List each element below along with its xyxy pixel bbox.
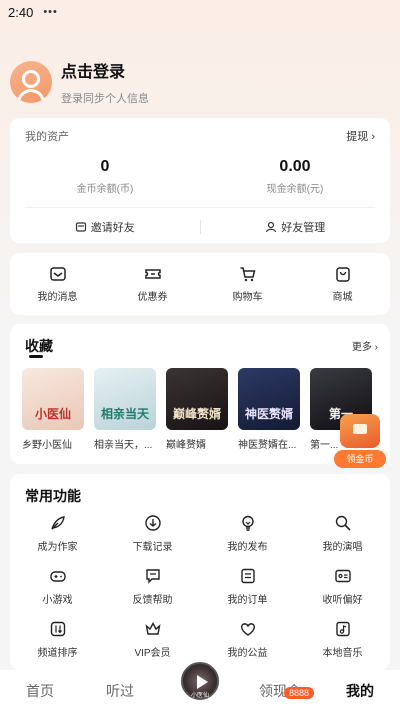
quill-icon [50,516,65,530]
order-icon [240,568,255,584]
friend-manage-button[interactable]: 好友管理 [201,219,391,235]
gamepad-icon [49,571,66,582]
fn-my-orders[interactable]: 我的订单 [200,567,295,606]
coin-value: 0 [100,158,110,175]
book-cover[interactable]: 小医仙 [22,368,84,430]
download-icon [144,515,161,531]
user-icon [266,221,277,233]
claim-coins-label[interactable]: 领金币 [334,450,386,468]
crown-icon [144,622,161,635]
tab-listened[interactable]: 听过 [80,681,160,701]
collection-section: 收藏 更多 › 小医仙 乡野小医仙 相亲当天 相亲当天，... 巅峰赘婿 巅峰赘… [10,324,390,464]
quick-coupons[interactable]: 优惠券 [105,265,200,303]
chevron-right-icon: › [374,342,378,353]
fn-download-history[interactable]: 下载记录 [105,514,200,553]
cash-value: 0.00 [279,158,311,175]
fn-listen-preference[interactable]: 收听偏好 [295,567,390,606]
preference-icon [334,569,351,583]
quick-entries: 我的消息 优惠券 购物车 商城 [10,253,390,315]
status-dots: ••• [43,6,58,18]
common-functions: 常用功能 成为作家 下载记录 我的发布 我的演唱 小游戏 反馈帮助 我的订单 收… [10,474,390,670]
now-playing-disc[interactable]: 小医仙 [181,662,219,700]
chevron-right-icon: › [371,131,375,143]
book-title: 神医赘婿在... [238,440,297,451]
cash-label: 现金余额(元) [266,184,324,195]
collection-title: 收藏 [25,338,53,354]
functions-title: 常用功能 [25,488,81,504]
fn-become-writer[interactable]: 成为作家 [10,514,105,553]
fn-local-music[interactable]: 本地音乐 [295,620,390,659]
charity-icon [240,623,255,636]
assets-card: 我的资产 提现 › 0 金币余额(币) 0.00 现金余额(元) 邀请好友 好友… [10,118,390,243]
disc-caption: 小医仙 [191,693,210,699]
avatar[interactable] [10,61,52,103]
assets-heading: 我的资产 [25,131,69,143]
coin-balance[interactable]: 0 金币余额(币) [10,158,200,195]
withdraw-link[interactable]: 提现 › [346,128,375,144]
book-title: 巅峰赘婿 [166,440,206,451]
fn-feedback-help[interactable]: 反馈帮助 [105,567,200,606]
play-icon [197,675,208,689]
player-disc[interactable]: 小医仙 [160,662,240,711]
fn-my-singing[interactable]: 我的演唱 [295,514,390,553]
login-subtitle: 登录同步个人信息 [61,93,149,105]
book-cover[interactable]: 相亲当天 [94,368,156,430]
cart-icon [240,267,255,282]
fn-my-publish[interactable]: 我的发布 [200,514,295,553]
tab-home[interactable]: 首页 [0,681,80,701]
login-title[interactable]: 点击登录 [61,58,149,82]
music-file-icon [335,621,350,637]
book-item[interactable]: 神医赘婿 神医赘婿在... [238,368,300,451]
coin-label: 金币余额(币) [76,184,134,195]
fn-mini-games[interactable]: 小游戏 [10,567,105,606]
profile-login[interactable]: 点击登录 登录同步个人信息 [10,58,149,106]
search-mic-icon [335,515,351,531]
fn-channel-sort[interactable]: 频道排序 [10,620,105,659]
fn-vip-member[interactable]: VIP会员 [105,620,200,659]
status-time: 2:40 [8,4,34,20]
book-item[interactable]: 相亲当天 相亲当天，... [94,368,156,451]
lightbulb-icon [241,515,254,531]
envelope-icon [75,222,86,232]
bottom-tab-bar: 首页 听过 小医仙 领现金 8888 我的 [0,662,400,711]
feedback-icon [145,569,160,584]
book-title: 相亲当天，... [94,440,153,451]
message-icon [49,267,66,281]
quick-shop[interactable]: 商城 [295,265,390,303]
fn-my-charity[interactable]: 我的公益 [200,620,295,659]
book-item[interactable]: 巅峰赘婿 巅峰赘婿 [166,368,228,451]
claim-coins-float[interactable]: 领金币 [334,412,386,470]
coupon-icon [144,269,161,279]
status-bar: 2:40 ••• [0,0,400,24]
book-cover[interactable]: 神医赘婿 [238,368,300,430]
cash-badge: 8888 [283,686,314,699]
book-title: 乡野小医仙 [22,440,72,451]
shop-bag-icon [335,267,350,282]
more-link[interactable]: 更多 › [352,338,378,353]
book-item[interactable]: 小医仙 乡野小医仙 [22,368,84,451]
cash-balance[interactable]: 0.00 现金余额(元) [200,158,390,195]
sort-icon [50,621,65,637]
title-underline [29,355,43,358]
quick-messages[interactable]: 我的消息 [10,265,105,303]
gift-box-icon [340,414,380,448]
tab-mine[interactable]: 我的 [320,681,400,701]
quick-cart[interactable]: 购物车 [200,265,295,303]
invite-friends-button[interactable]: 邀请好友 [10,219,200,235]
book-cover[interactable]: 巅峰赘婿 [166,368,228,430]
tab-claim-cash[interactable]: 领现金 8888 [240,681,320,701]
